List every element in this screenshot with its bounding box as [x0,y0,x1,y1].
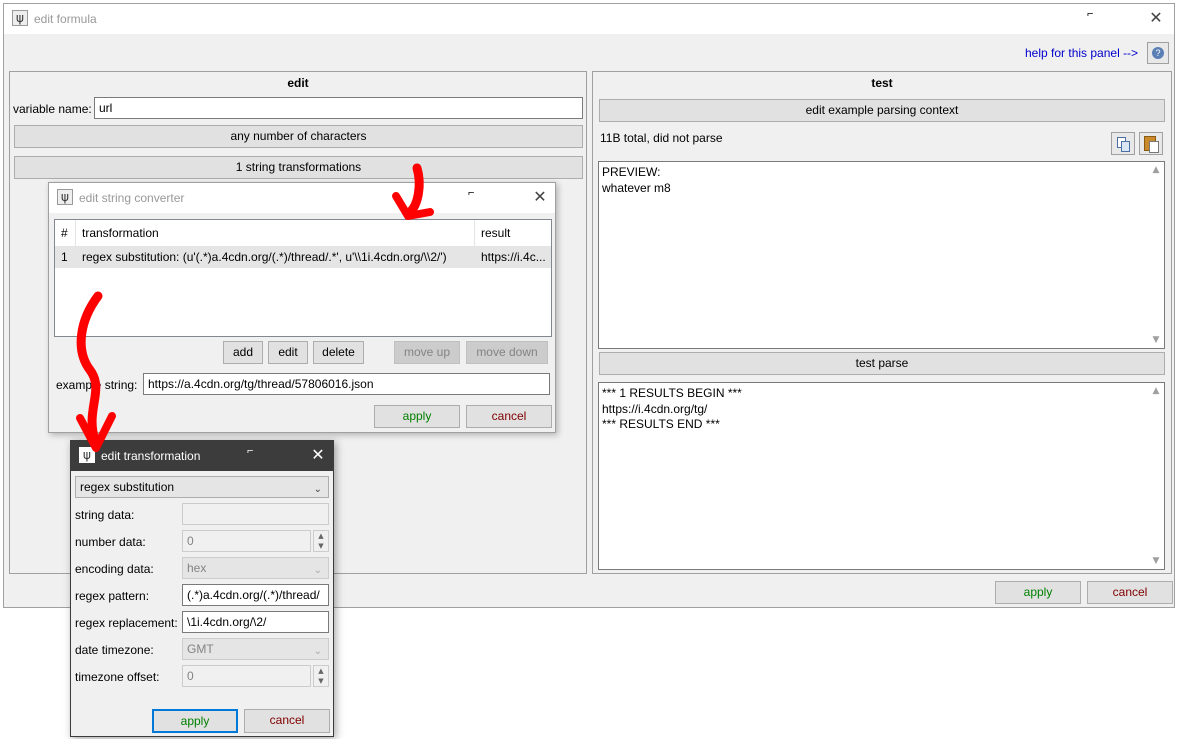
copy-icon[interactable] [1111,132,1135,155]
string-converter-title: edit string converter [79,191,185,205]
close-icon[interactable]: ✕ [530,187,550,207]
main-titlebar: ψ edit formula ⌐ ✕ [4,4,1174,34]
example-string-input[interactable]: https://a.4cdn.org/tg/thread/57806016.js… [143,373,550,395]
regex-pattern-input[interactable]: (.*)a.4cdn.org/(.*)/thread/ [182,584,329,606]
variable-name-label: variable name: [13,102,92,116]
add-button[interactable]: add [223,341,263,364]
results-line-1: *** 1 RESULTS BEGIN *** [602,386,742,400]
psi-icon: ψ [79,447,95,463]
chevron-down-icon: ⌄ [313,646,322,657]
preview-textarea[interactable]: PREVIEW: whatever m8 ▲ ▼ [598,161,1165,349]
edit-transformation-dialog: ψ edit transformation ⌐ ✕ regex substitu… [70,440,334,737]
cursor-icon: ⌐ [247,445,254,457]
edit-button[interactable]: edit [268,341,308,364]
psi-icon: ψ [12,10,28,26]
number-data-label: number data: [75,535,146,549]
help-icon[interactable]: ? [1147,42,1169,64]
date-timezone-label: date timezone: [75,643,154,657]
cursor-icon: ⌐ [468,187,475,199]
converter-apply-button[interactable]: apply [374,405,460,428]
row-transformation-cell: regex substitution: (u'(.*)a.4cdn.org/(.… [82,250,447,264]
string-data-input[interactable] [182,503,329,525]
help-link[interactable]: help for this panel --> [1025,46,1138,60]
string-data-label: string data: [75,508,135,522]
example-string-label: example string: [56,378,138,392]
edit-transformation-title: edit transformation [101,449,201,463]
test-panel-title: test [871,76,893,90]
column-header-transformation[interactable]: transformation [76,220,475,246]
edit-transformation-titlebar: ψ edit transformation ⌐ ✕ [71,441,333,471]
delete-button[interactable]: delete [313,341,364,364]
edit-panel-title: edit [287,76,309,90]
psi-icon: ψ [57,189,73,205]
edit-parsing-context-button[interactable]: edit example parsing context [599,99,1165,122]
cursor-icon: ⌐ [1087,8,1094,20]
string-transformations-button[interactable]: 1 string transformations [14,156,583,179]
results-scrollbar[interactable]: ▲ ▼ [1148,383,1164,569]
spin-up-icon[interactable]: ▲ [314,531,328,541]
transformation-type-select[interactable]: regex substitution ⌄ [75,476,329,498]
date-timezone-value: GMT [187,642,214,656]
converter-cancel-button[interactable]: cancel [466,405,552,428]
close-icon[interactable]: ✕ [1146,8,1166,28]
chevron-down-icon: ⌄ [313,484,322,495]
encoding-data-label: encoding data: [75,562,154,576]
results-line-2: https://i.4cdn.org/tg/ [602,401,708,416]
string-converter-titlebar: ψ edit string converter ⌐ ✕ [49,183,555,213]
timezone-offset-stepper[interactable]: ▲ ▼ [313,665,329,687]
spin-down-icon[interactable]: ▼ [314,676,328,686]
encoding-data-value: hex [187,561,207,575]
timezone-offset-label: timezone offset: [75,670,160,684]
test-parse-button[interactable]: test parse [599,352,1165,375]
date-timezone-select[interactable]: GMT ⌄ [182,638,329,660]
results-line-3: *** RESULTS END *** [602,417,720,431]
paste-icon[interactable] [1139,132,1163,155]
parse-status: 11B total, did not parse [600,131,723,145]
preview-line-1: PREVIEW: [602,165,661,179]
close-icon[interactable]: ✕ [308,445,328,465]
spin-up-icon[interactable]: ▲ [314,666,328,676]
any-characters-button[interactable]: any number of characters [14,125,583,148]
column-header-result[interactable]: result [475,220,551,246]
variable-name-input[interactable]: url [94,97,583,119]
preview-scrollbar[interactable]: ▲ ▼ [1148,162,1164,348]
timezone-offset-input[interactable]: 0 [182,665,311,687]
main-apply-button[interactable]: apply [995,581,1081,604]
regex-pattern-label: regex pattern: [75,589,150,603]
window-title: edit formula [34,12,97,26]
table-row[interactable]: 1 regex substitution: (u'(.*)a.4cdn.org/… [55,246,551,268]
number-data-stepper[interactable]: ▲ ▼ [313,530,329,552]
results-textarea[interactable]: *** 1 RESULTS BEGIN *** https://i.4cdn.o… [598,382,1165,570]
number-data-input[interactable]: 0 [182,530,311,552]
string-converter-dialog: ψ edit string converter ⌐ ✕ # transforma… [48,182,556,433]
transformation-cancel-button[interactable]: cancel [244,709,330,733]
test-panel: test edit example parsing context 11B to… [592,71,1172,574]
regex-replacement-label: regex replacement: [75,616,178,630]
regex-replacement-input[interactable]: \1i.4cdn.org/\2/ [182,611,329,633]
row-num-cell: 1 [61,250,68,264]
transformation-table: # transformation result 1 regex substitu… [54,219,552,337]
encoding-data-select[interactable]: hex ⌄ [182,557,329,579]
preview-line-2: whatever m8 [602,180,671,195]
chevron-down-icon: ⌄ [313,565,322,576]
main-cancel-button[interactable]: cancel [1087,581,1173,604]
transformation-type-value: regex substitution [80,480,175,494]
column-header-num[interactable]: # [55,220,76,246]
row-result-cell: https://i.4c... [481,250,546,264]
move-up-button[interactable]: move up [394,341,460,364]
transformation-apply-button[interactable]: apply [152,709,238,733]
move-down-button[interactable]: move down [466,341,548,364]
spin-down-icon[interactable]: ▼ [314,541,328,551]
